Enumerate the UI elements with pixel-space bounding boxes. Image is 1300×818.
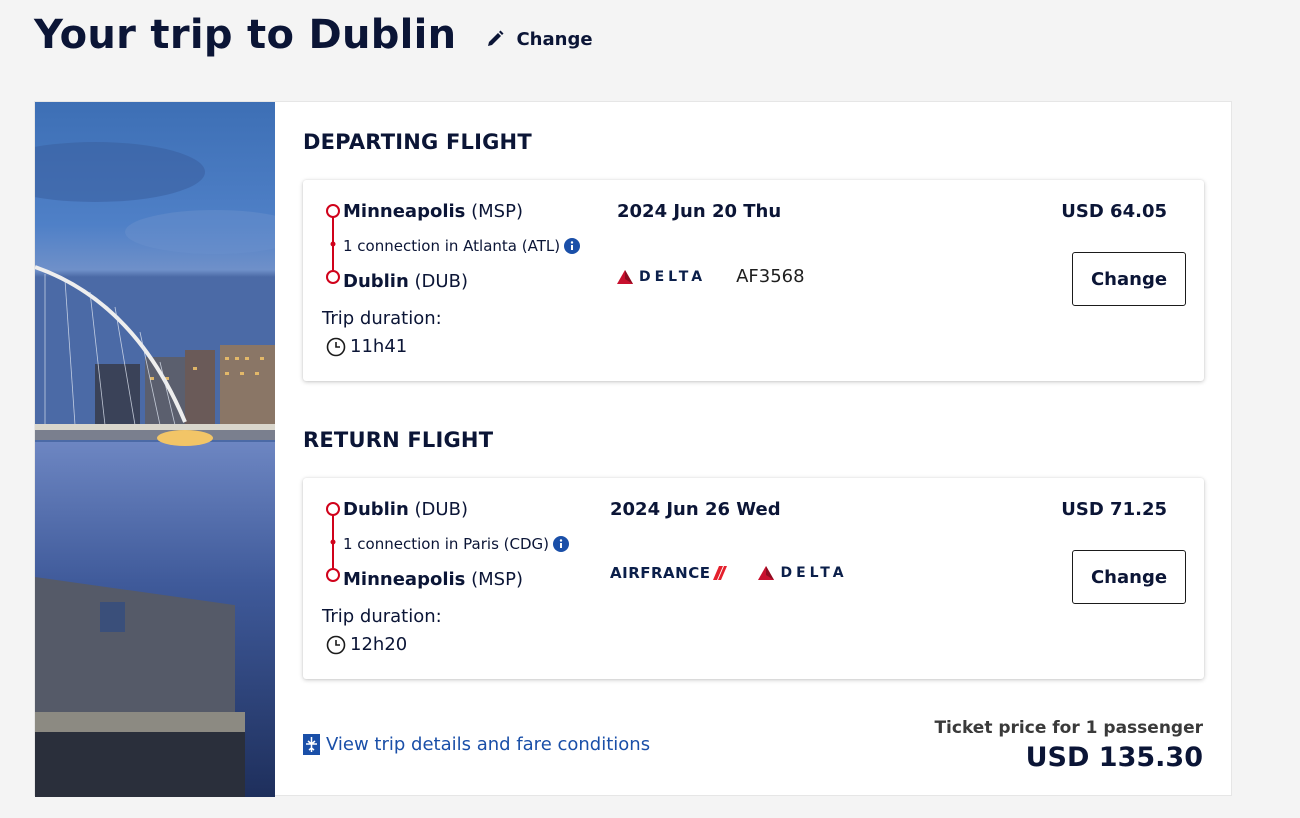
departing-date: 2024 Jun 20 Thu xyxy=(617,201,782,222)
delta-logo-text: DELTA xyxy=(639,268,707,285)
page-title: Your trip to Dublin xyxy=(34,12,457,58)
return-connection: 1 connection in Paris (CDG) xyxy=(343,535,570,553)
departing-origin-code: (MSP) xyxy=(471,201,523,222)
airfrance-logo: AIRFRANCE xyxy=(610,564,728,582)
departing-flight-number: AF3568 xyxy=(736,266,805,287)
ticket-total-price: USD 135.30 xyxy=(1025,742,1203,773)
delta-logo-text: DELTA xyxy=(780,565,848,581)
info-icon[interactable] xyxy=(564,238,581,254)
return-price: USD 71.25 xyxy=(1061,499,1167,520)
departing-flight-card: Minneapolis (MSP) 1 connection in Atlant… xyxy=(303,180,1204,381)
departing-origin: Minneapolis (MSP) xyxy=(343,201,523,222)
return-duration: 12h20 xyxy=(326,634,407,655)
return-destination: Minneapolis (MSP) xyxy=(343,569,523,590)
airfrance-logo-text: AIRFRANCE xyxy=(610,564,711,582)
ticket-price-label: Ticket price for 1 passenger xyxy=(934,718,1203,738)
departing-duration-value: 11h41 xyxy=(350,336,408,357)
departing-flight-title: DEPARTING FLIGHT xyxy=(303,130,532,154)
return-duration-label: Trip duration: xyxy=(322,606,442,627)
route-line-icon xyxy=(326,502,340,582)
change-departing-button[interactable]: Change xyxy=(1072,252,1186,306)
return-connection-text: 1 connection in Paris (CDG) xyxy=(343,535,550,553)
return-origin: Dublin (DUB) xyxy=(343,499,468,520)
dublin-hero-image xyxy=(35,102,275,797)
return-duration-value: 12h20 xyxy=(350,634,408,655)
change-destination-button[interactable]: Change xyxy=(486,28,593,50)
pencil-icon xyxy=(488,30,504,46)
return-airlines: AIRFRANCE DELTA xyxy=(610,564,848,582)
change-return-button[interactable]: Change xyxy=(1072,550,1186,604)
trip-details-label: View trip details and fare conditions xyxy=(326,734,651,755)
fare-details-icon xyxy=(303,734,320,755)
departing-duration: 11h41 xyxy=(326,336,407,357)
change-destination-label: Change xyxy=(516,28,593,50)
departing-destination-city: Dublin xyxy=(343,271,409,292)
departing-destination: Dublin (DUB) xyxy=(343,271,468,292)
departing-airlines: DELTA AF3568 xyxy=(617,266,805,287)
return-destination-city: Minneapolis xyxy=(343,569,466,590)
return-flight-card: Dublin (DUB) 1 connection in Paris (CDG)… xyxy=(303,478,1204,679)
trip-details-link[interactable]: View trip details and fare conditions xyxy=(303,734,650,755)
return-flight-title: RETURN FLIGHT xyxy=(303,428,494,452)
return-origin-code: (DUB) xyxy=(414,499,468,520)
route-line-icon xyxy=(326,204,340,284)
clock-icon xyxy=(326,635,346,654)
return-origin-city: Dublin xyxy=(343,499,409,520)
departing-destination-code: (DUB) xyxy=(414,271,468,292)
departing-price: USD 64.05 xyxy=(1061,201,1167,222)
return-destination-code: (MSP) xyxy=(471,569,523,590)
trip-summary-panel: DEPARTING FLIGHT Minneapolis (MSP) 1 con… xyxy=(34,101,1232,797)
departing-origin-city: Minneapolis xyxy=(343,201,466,222)
departing-connection: 1 connection in Atlanta (ATL) xyxy=(343,237,581,255)
info-icon[interactable] xyxy=(553,536,570,552)
departing-connection-text: 1 connection in Atlanta (ATL) xyxy=(343,237,561,255)
departing-duration-label: Trip duration: xyxy=(322,308,442,329)
delta-logo: DELTA xyxy=(617,269,706,285)
delta-logo: DELTA xyxy=(758,565,847,581)
page-header: Your trip to Dublin Change xyxy=(34,12,593,58)
clock-icon xyxy=(326,337,346,356)
return-date: 2024 Jun 26 Wed xyxy=(610,499,781,520)
